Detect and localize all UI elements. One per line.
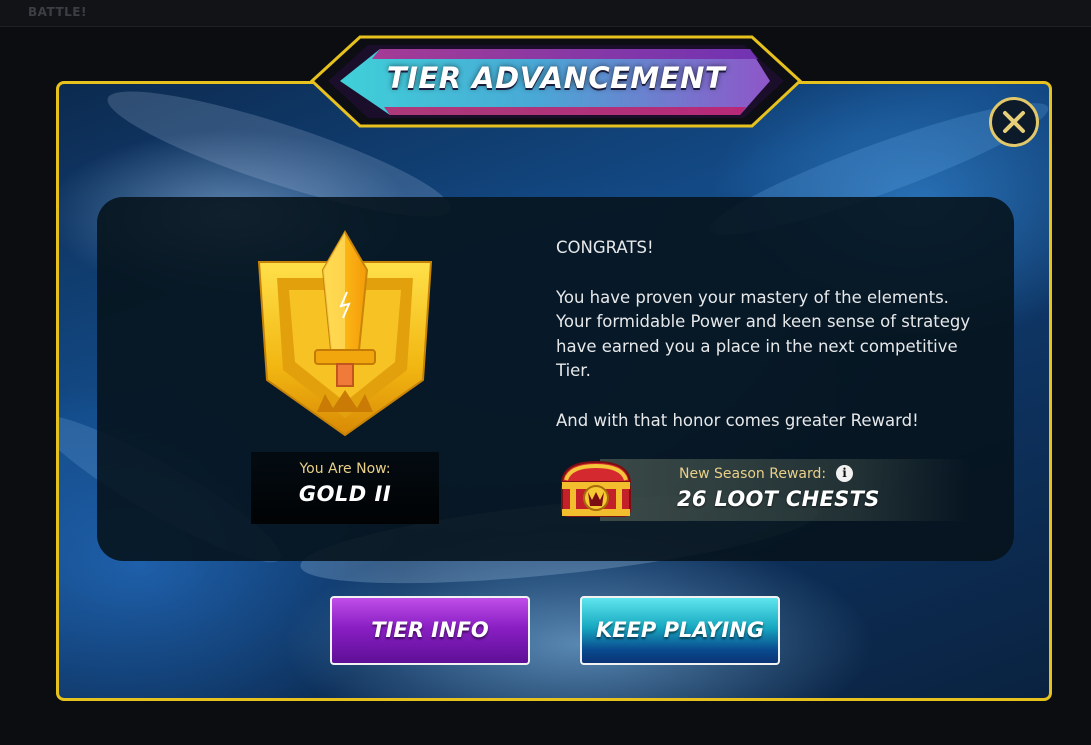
dialog-title: TIER ADVANCEMENT bbox=[386, 61, 726, 95]
close-x-icon bbox=[1003, 111, 1025, 133]
reward-label: New Season Reward: bbox=[679, 466, 827, 482]
message-heading: CONGRATS! bbox=[556, 238, 654, 257]
background-nav-label: BATTLE! bbox=[28, 5, 87, 19]
close-button[interactable] bbox=[989, 97, 1039, 147]
rank-value: GOLD II bbox=[298, 482, 392, 506]
title-banner: TIER ADVANCEMENT bbox=[310, 35, 802, 128]
rank-label: You Are Now: bbox=[299, 461, 391, 477]
message-closing: And with that honor comes greater Reward… bbox=[556, 410, 919, 430]
congrats-message: CONGRATS! You have proven your mastery o… bbox=[556, 236, 986, 433]
info-icon[interactable]: i bbox=[836, 465, 853, 482]
keep-playing-button[interactable]: KEEP PLAYING bbox=[580, 596, 780, 665]
reward-value: 26 LOOT CHESTS bbox=[677, 487, 880, 511]
tier-info-button[interactable]: TIER INFO bbox=[330, 596, 530, 665]
message-body: You have proven your mastery of the elem… bbox=[556, 287, 971, 381]
loot-chest-icon bbox=[556, 454, 636, 524]
gold-tier-sword-shield-icon bbox=[255, 230, 435, 440]
background-top-bar: BATTLE! bbox=[0, 0, 1091, 27]
